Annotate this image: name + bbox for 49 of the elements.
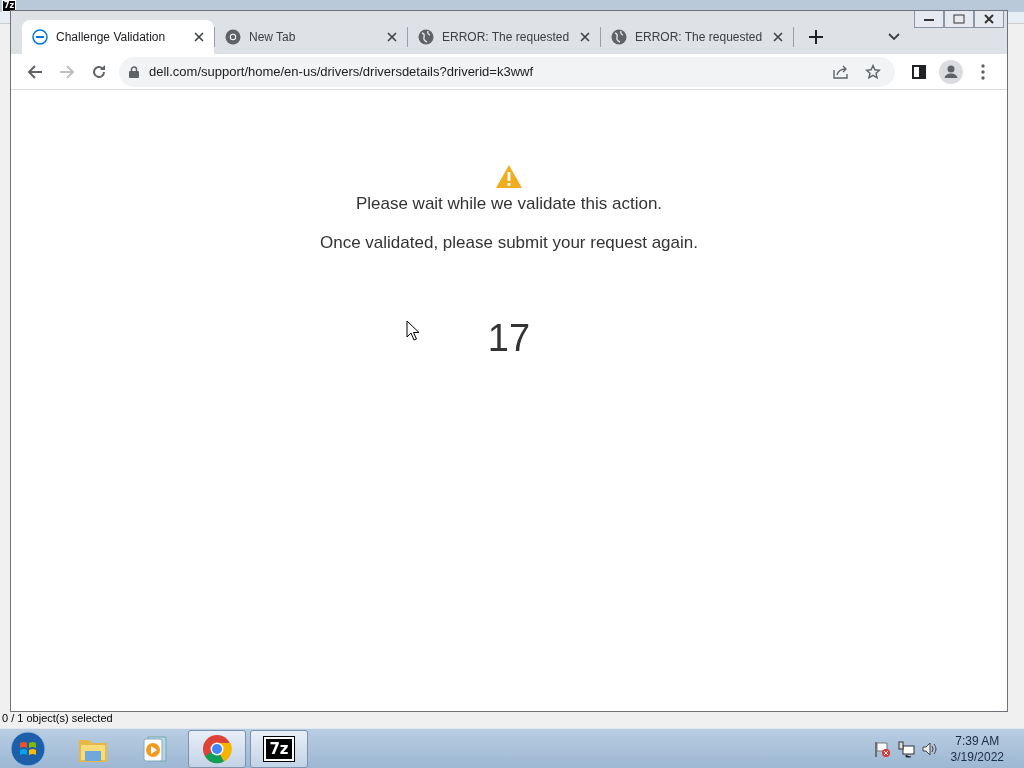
minimize-icon [923,16,935,22]
chevron-icon [888,33,900,41]
browser-tab[interactable]: ERROR: The requested [408,20,600,54]
chrome-icon [202,733,232,764]
maximize-icon [953,14,965,24]
plus-icon [809,30,823,44]
close-icon [983,14,995,24]
close-icon [194,32,204,42]
clock[interactable]: 7:39 AM 3/19/2022 [950,732,1004,765]
side-panel-icon [912,64,926,79]
share-icon [832,63,850,80]
flag-icon[interactable] [872,739,891,758]
app-icon: 7z [264,736,294,761]
star-icon [865,63,881,80]
windows-logo-icon [10,730,46,767]
mouse-cursor-icon [406,320,420,341]
forward-arrow-icon [59,63,75,80]
person-icon [939,59,963,84]
minimize-button[interactable] [914,11,944,28]
app-icon: 7z [2,0,17,12]
browser-tab[interactable]: New Tab [215,20,407,54]
close-button[interactable] [974,11,1004,28]
close-icon [580,32,590,42]
close-tab-button[interactable] [387,32,397,42]
lock-icon [129,65,139,78]
close-tab-button[interactable] [773,32,783,42]
url-text: dell.com/support/home/en-us/drivers/driversdetails?driverid=k3wwf [149,62,535,81]
menu-icon [981,63,985,80]
browser-tab[interactable]: Challenge Validation [22,20,214,54]
back-arrow-icon [27,63,43,80]
instruction-text: Once validated, please submit your request again. [320,231,698,254]
globe-icon [611,29,627,45]
browser-tab[interactable]: ERROR: The requested [601,20,793,54]
taskbar-button[interactable] [188,729,246,768]
address-bar[interactable]: dell.com/support/home/en-us/drivers/driversdetails?driverid=k3wwf [119,56,895,87]
taskbar-button[interactable]: 7z [250,729,308,768]
media-player-icon [141,733,169,764]
reload-icon [91,63,107,80]
network-icon[interactable] [896,739,915,758]
close-icon [773,32,783,42]
wait-message: Please wait while we validate this action. [355,193,663,215]
warning-icon [495,164,523,189]
close-icon [387,32,397,42]
chrome-icon [225,29,241,45]
globe-icon [418,29,434,45]
countdown-number: 17 [487,319,531,357]
close-tab-button[interactable] [194,32,204,42]
logo-icon [32,29,48,45]
close-tab-button[interactable] [580,32,590,42]
